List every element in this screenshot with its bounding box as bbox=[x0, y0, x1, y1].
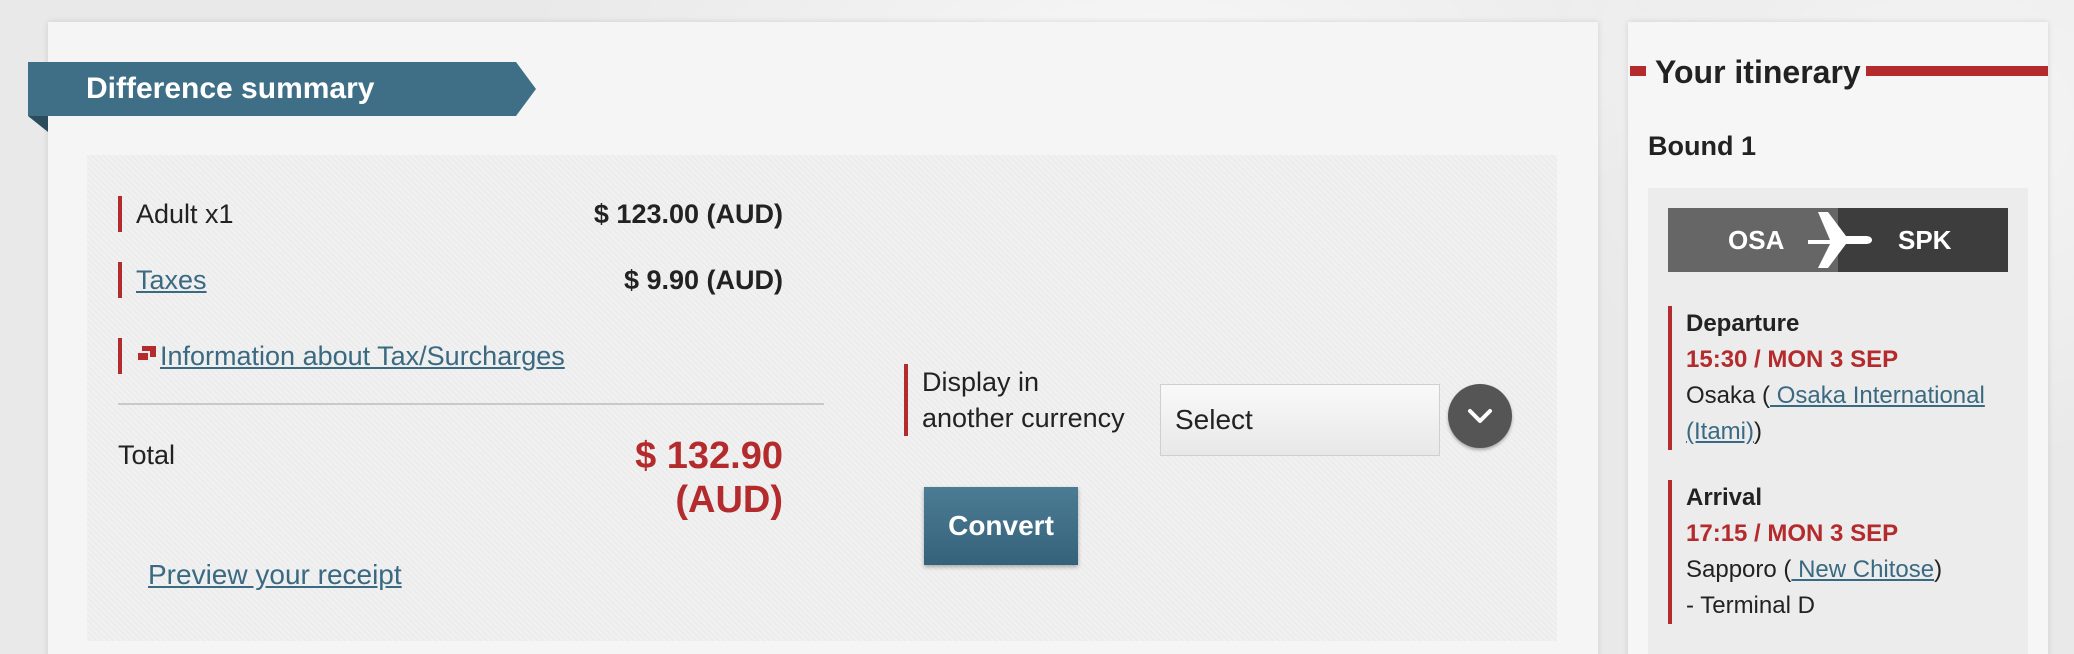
departure-location: Osaka ( Osaka International (Itami)) bbox=[1686, 378, 2008, 450]
section-title: Difference summary bbox=[28, 62, 536, 116]
departure-close-paren: ) bbox=[1754, 418, 1762, 445]
header-accent-left bbox=[1630, 66, 1646, 76]
arrival-airport-link[interactable]: New Chitose bbox=[1791, 556, 1934, 583]
tax-info-row: Information about Tax/Surcharges bbox=[118, 338, 783, 374]
adult-fare-row: Adult x1 $ 123.00 (AUD) bbox=[118, 196, 783, 232]
adult-value: $ 123.00 (AUD) bbox=[593, 199, 783, 229]
departure-segment: Departure 15:30 / MON 3 SEP Osaka ( Osak… bbox=[1668, 306, 2008, 450]
total-label: Total bbox=[118, 440, 176, 470]
tax-surcharge-info-link[interactable]: Information about Tax/Surcharges bbox=[160, 341, 565, 371]
currency-label: Display in another currency bbox=[904, 364, 1144, 436]
currency-select[interactable]: Select bbox=[1160, 384, 1440, 456]
arrival-title: Arrival bbox=[1686, 484, 1763, 511]
arrival-location: Sapporo ( New Chitose) bbox=[1686, 552, 2008, 588]
header-accent-right bbox=[1866, 66, 2048, 76]
taxes-row: Taxes $ 9.90 (AUD) bbox=[118, 262, 783, 298]
taxes-link[interactable]: Taxes bbox=[136, 265, 207, 295]
departure-title: Departure bbox=[1686, 310, 1800, 337]
currency-label-line2: another currency bbox=[922, 403, 1125, 433]
departure-city: Osaka ( bbox=[1686, 382, 1771, 409]
route-bar: OSA SPK bbox=[1668, 208, 2008, 272]
airplane-icon bbox=[1808, 212, 1872, 268]
convert-button[interactable]: Convert bbox=[924, 487, 1078, 565]
arrival-segment: Arrival 17:15 / MON 3 SEP Sapporo ( New … bbox=[1668, 480, 2008, 624]
total-value: $ 132.90 (AUD) bbox=[635, 435, 783, 521]
arrival-close-paren: ) bbox=[1934, 556, 1943, 583]
currency-label-line1: Display in bbox=[922, 367, 1040, 397]
currency-dropdown-button[interactable] bbox=[1448, 384, 1512, 448]
route-to: SPK bbox=[1898, 225, 1952, 255]
arrival-terminal: - Terminal D bbox=[1686, 592, 1815, 619]
arrival-time: 17:15 / MON 3 SEP bbox=[1686, 520, 1899, 547]
route-from: OSA bbox=[1728, 225, 1785, 255]
itinerary-title: Your itinerary bbox=[1655, 54, 1861, 90]
external-window-icon bbox=[136, 345, 156, 362]
bound-title: Bound 1 bbox=[1648, 131, 1756, 161]
chevron-down-icon bbox=[1468, 409, 1492, 423]
departure-time: 15:30 / MON 3 SEP bbox=[1686, 346, 1899, 373]
preview-receipt-link[interactable]: Preview your receipt bbox=[148, 557, 402, 593]
taxes-value: $ 9.90 (AUD) bbox=[623, 265, 783, 295]
adult-label: Adult x1 bbox=[136, 199, 234, 229]
arrival-city: Sapporo ( bbox=[1686, 556, 1792, 583]
divider bbox=[118, 403, 824, 405]
